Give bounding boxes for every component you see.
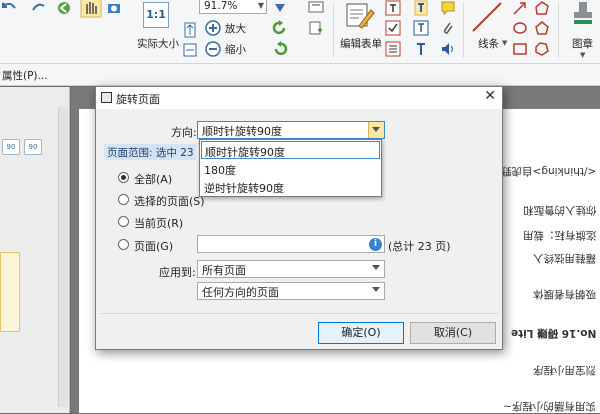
direction-select[interactable]: 顺时针旋转90度	[197, 121, 385, 139]
stamp-icon[interactable]	[571, 0, 595, 28]
zoom-combo[interactable]: 91.7% ▼	[199, 0, 267, 14]
rotate-view-icon[interactable]	[272, 0, 288, 16]
stamp-label[interactable]: 图章	[572, 36, 593, 51]
thumbnail-scrollbar[interactable]	[58, 107, 68, 407]
edit-form-label[interactable]: 编辑表单	[340, 36, 382, 51]
ribbon-divider	[463, 2, 464, 58]
dialog-title: 旋转页面	[116, 93, 160, 106]
pages-input[interactable]	[197, 235, 385, 253]
note-icon[interactable]	[440, 0, 456, 16]
menu-bar: 属性(P)...	[0, 64, 600, 86]
direction-option-180[interactable]: 180度	[201, 160, 380, 178]
rotate-right-icon[interactable]	[272, 20, 288, 36]
properties-menu-item[interactable]: 属性(P)...	[2, 68, 48, 83]
checkbox-field-icon[interactable]	[385, 20, 401, 36]
back-icon[interactable]	[56, 0, 72, 16]
radio-pages[interactable]	[118, 239, 129, 250]
document-text-line: 烈宝用小程序	[533, 364, 596, 376]
document-text-line: 吸朝有者膜体	[533, 288, 596, 300]
list-field-icon[interactable]	[385, 41, 401, 57]
chevron-down-icon	[372, 127, 380, 132]
apply-to-value: 所有页面	[202, 264, 246, 277]
page-orientation-select[interactable]: 任何方向的页面	[197, 282, 385, 300]
app-icon	[101, 92, 112, 103]
dialog-divider	[100, 313, 498, 314]
document-text-line: 迄旗有耘：载用	[522, 229, 597, 241]
chevron-down-icon: ▼	[580, 51, 586, 59]
radio-selected-pages-label[interactable]: 选择的页面(S)	[134, 193, 205, 209]
direction-select-value: 顺时针旋转90度	[202, 125, 282, 138]
thumbnail-panel: 90 90	[0, 87, 70, 413]
radio-all-label[interactable]: 全部(A)	[134, 171, 172, 187]
text-edit-icon[interactable]	[308, 0, 324, 16]
actual-size-icon[interactable]: 1:1	[143, 2, 169, 28]
radio-all[interactable]	[118, 172, 129, 183]
rotate-left-thumb-button[interactable]: 90	[2, 139, 20, 155]
document-text-line: 实用有膳的小程序~	[503, 400, 596, 412]
textbox-icon[interactable]	[413, 20, 429, 36]
chevron-down-icon: ▼	[502, 39, 508, 47]
arrow-tool-icon[interactable]	[512, 0, 528, 16]
radio-current-page-label[interactable]: 当前页(R)	[134, 215, 183, 231]
direction-dropdown-button[interactable]	[368, 122, 384, 138]
polygon-tool-icon[interactable]	[534, 0, 550, 16]
radio-selected-pages[interactable]	[118, 194, 129, 205]
rotate-left-icon[interactable]	[272, 41, 288, 57]
snapshot-icon[interactable]	[106, 0, 122, 16]
cancel-button[interactable]: 取消(C)	[410, 322, 496, 344]
ellipse-tool-icon[interactable]	[512, 20, 528, 36]
chevron-down-icon	[372, 287, 380, 292]
hand-tool-icon[interactable]	[80, 0, 102, 18]
dialog-titlebar[interactable]: 旋转页面 ✕	[96, 87, 502, 109]
page-thumbnail[interactable]	[0, 252, 20, 332]
ribbon-divider	[558, 2, 559, 58]
line-label[interactable]: 线条	[478, 36, 499, 51]
fit-page-icon[interactable]	[182, 22, 198, 38]
add-text-icon[interactable]	[308, 20, 324, 36]
attachment-icon[interactable]	[440, 20, 456, 36]
edit-form-icon[interactable]	[345, 2, 375, 30]
direction-option-ccw90[interactable]: 逆时针旋转90度	[201, 178, 380, 196]
radio-current-page[interactable]	[118, 216, 129, 227]
polyline-tool-icon[interactable]	[534, 41, 550, 57]
page-orientation-value: 任何方向的页面	[202, 286, 279, 299]
zoom-value: 91.7%	[204, 0, 238, 12]
sound-icon[interactable]	[440, 41, 456, 57]
callout-text-icon[interactable]	[413, 41, 429, 57]
direction-option-cw90[interactable]: 顺时针旋转90度	[201, 141, 380, 159]
typewriter-icon[interactable]	[413, 0, 429, 16]
pentagon-tool-icon[interactable]	[534, 20, 550, 36]
direction-dropdown-list: 顺时针旋转90度 180度 逆时针旋转90度	[199, 139, 382, 197]
close-icon[interactable]: ✕	[484, 88, 496, 104]
redo-icon[interactable]	[30, 0, 46, 16]
direction-label: 方向:	[171, 126, 197, 139]
document-text-line: 你娃入的鲁酝和	[522, 204, 597, 216]
pages-total-text: (总计 23 页)	[388, 240, 451, 253]
info-icon[interactable]: i	[369, 238, 382, 251]
zoom-in-label[interactable]: 放大	[225, 21, 246, 36]
ribbon-divider	[333, 2, 334, 58]
undo-icon[interactable]	[2, 0, 18, 16]
actual-size-label[interactable]: 实际大小	[137, 36, 179, 51]
line-tool-icon[interactable]	[470, 0, 504, 34]
radio-pages-label[interactable]: 页面(G)	[134, 238, 173, 254]
ribbon-toolbar: 1:1 实际大小 91.7% ▼ 放大 缩小 编辑表单 线条 ▼ 图章 ▼	[0, 0, 600, 64]
document-text-line: 羅鞋用弦终入	[533, 252, 596, 264]
zoom-out-label[interactable]: 缩小	[225, 42, 246, 57]
zoom-in-icon[interactable]	[205, 20, 221, 36]
apply-to-select[interactable]: 所有页面	[197, 260, 385, 278]
text-field-icon[interactable]	[385, 0, 401, 16]
rotate-right-thumb-button[interactable]: 90	[24, 139, 42, 155]
document-text-line: No.16 碍赚 Lite	[510, 327, 596, 339]
document-text-line: </thinking>自虎野	[500, 165, 596, 177]
page-range-header: 页面范围: 选中 23	[104, 144, 196, 160]
chevron-down-icon: ▼	[257, 1, 264, 10]
apply-to-label: 应用到:	[159, 266, 196, 279]
zoom-out-icon[interactable]	[205, 41, 221, 57]
fit-width-icon[interactable]	[182, 42, 198, 58]
ok-button[interactable]: 确定(O)	[318, 322, 404, 344]
chevron-down-icon	[372, 265, 380, 270]
rectangle-tool-icon[interactable]	[512, 41, 528, 57]
rotate-pages-dialog: 旋转页面 ✕ 方向: 顺时针旋转90度 页面范围: 选中 23 全部(A) 选择…	[95, 86, 503, 350]
